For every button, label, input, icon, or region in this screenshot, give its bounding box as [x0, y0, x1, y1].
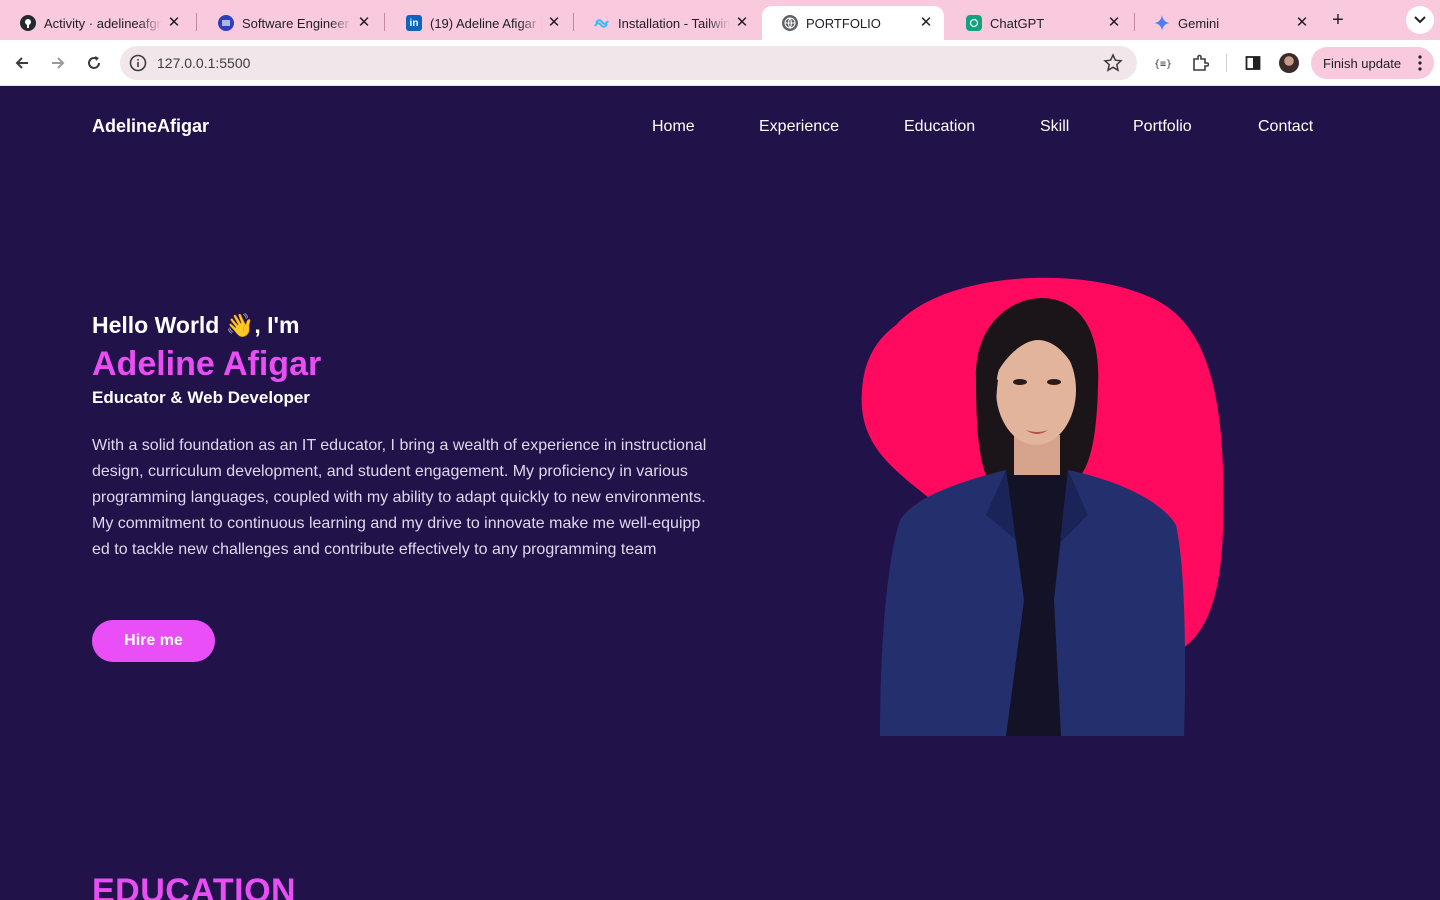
- tab-chatgpt[interactable]: ChatGPT ✕: [946, 6, 1132, 40]
- back-button[interactable]: [8, 49, 36, 77]
- browser-toolbar: 127.0.0.1:5500 {≡} Finish update: [0, 40, 1440, 86]
- hero-greeting: Hello World 👋, I'm: [92, 312, 300, 338]
- new-tab-button[interactable]: +: [1326, 9, 1350, 33]
- address-bar[interactable]: 127.0.0.1:5500: [120, 46, 1137, 80]
- nav-link-home[interactable]: Home: [652, 118, 695, 136]
- hero-description: With a solid foundation as an IT educato…: [92, 437, 707, 558]
- devtools-extension-icon[interactable]: {≡}: [1152, 52, 1174, 74]
- tab-tailwind[interactable]: Installation - Tailwind ✕: [574, 6, 760, 40]
- linkedin-icon: in: [406, 15, 422, 31]
- close-icon[interactable]: ✕: [918, 15, 934, 31]
- forward-button[interactable]: [44, 49, 72, 77]
- nav-link-experience[interactable]: Experience: [759, 118, 839, 136]
- chatgpt-icon: [966, 15, 982, 31]
- close-icon[interactable]: ✕: [1106, 15, 1122, 31]
- site-logo[interactable]: AdelineAfigar: [92, 116, 209, 137]
- reload-button[interactable]: [80, 49, 108, 77]
- finish-update-button[interactable]: Finish update: [1311, 47, 1434, 79]
- nav-link-contact[interactable]: Contact: [1258, 118, 1313, 136]
- side-panel-icon[interactable]: [1242, 52, 1264, 74]
- tab-title: (19) Adeline Afigar |: [430, 15, 542, 31]
- profile-avatar[interactable]: [1279, 53, 1299, 73]
- jobsite-icon: [218, 15, 234, 31]
- finish-update-label: Finish update: [1323, 55, 1402, 71]
- tab-portfolio[interactable]: PORTFOLIO ✕: [762, 6, 944, 40]
- tab-title: Gemini: [1178, 15, 1220, 31]
- svg-text:{≡}: {≡}: [1154, 59, 1172, 70]
- tab-separator: [384, 13, 385, 31]
- arrow-right-icon: [52, 57, 65, 69]
- chevron-down-icon: [1414, 16, 1426, 24]
- kebab-menu-icon: [1418, 55, 1422, 71]
- gemini-icon: [1154, 15, 1170, 31]
- tab-title: Software Engineer J: [242, 15, 352, 31]
- tab-search-button[interactable]: [1406, 6, 1434, 34]
- tab-linkedin[interactable]: in (19) Adeline Afigar | ✕: [386, 6, 572, 40]
- close-icon[interactable]: ✕: [546, 15, 562, 31]
- site-info-icon[interactable]: [129, 54, 147, 72]
- tailwind-icon: [594, 15, 610, 31]
- tab-title: Installation - Tailwind: [618, 15, 730, 31]
- extensions-puzzle-icon[interactable]: [1189, 52, 1211, 74]
- tab-title: PORTFOLIO: [806, 15, 881, 31]
- nav-link-skill[interactable]: Skill: [1040, 118, 1069, 136]
- close-icon[interactable]: ✕: [356, 15, 372, 31]
- toolbar-divider: [1226, 54, 1227, 72]
- bookmark-star-icon[interactable]: [1103, 53, 1123, 73]
- url-text[interactable]: 127.0.0.1:5500: [157, 55, 250, 71]
- globe-icon: [782, 15, 798, 31]
- tab-github[interactable]: Activity · adelineafgr ✕: [0, 6, 192, 40]
- arrow-left-icon: [15, 57, 28, 69]
- tab-title: ChatGPT: [990, 15, 1045, 31]
- tab-gemini[interactable]: Gemini ✕: [1134, 6, 1320, 40]
- nav-link-portfolio[interactable]: Portfolio: [1133, 118, 1192, 136]
- section-title-education: EDUCATION: [92, 872, 297, 900]
- tab-separator: [196, 13, 197, 31]
- tab-strip: Activity · adelineafgr ✕ Software Engine…: [0, 0, 1440, 40]
- tab-title: Activity · adelineafgr: [44, 15, 162, 31]
- tab-software-engineer[interactable]: Software Engineer J ✕: [198, 6, 382, 40]
- profile-portrait: [861, 277, 1224, 736]
- close-icon[interactable]: ✕: [734, 15, 750, 31]
- nav-link-education[interactable]: Education: [904, 118, 975, 136]
- hire-me-button[interactable]: Hire me: [92, 620, 215, 662]
- close-icon[interactable]: ✕: [1294, 15, 1310, 31]
- reload-icon: [88, 56, 100, 69]
- hero-name: Adeline Afigar: [92, 345, 322, 383]
- hero-role: Educator & Web Developer: [92, 388, 310, 407]
- github-icon: [20, 15, 36, 31]
- close-icon[interactable]: ✕: [166, 15, 182, 31]
